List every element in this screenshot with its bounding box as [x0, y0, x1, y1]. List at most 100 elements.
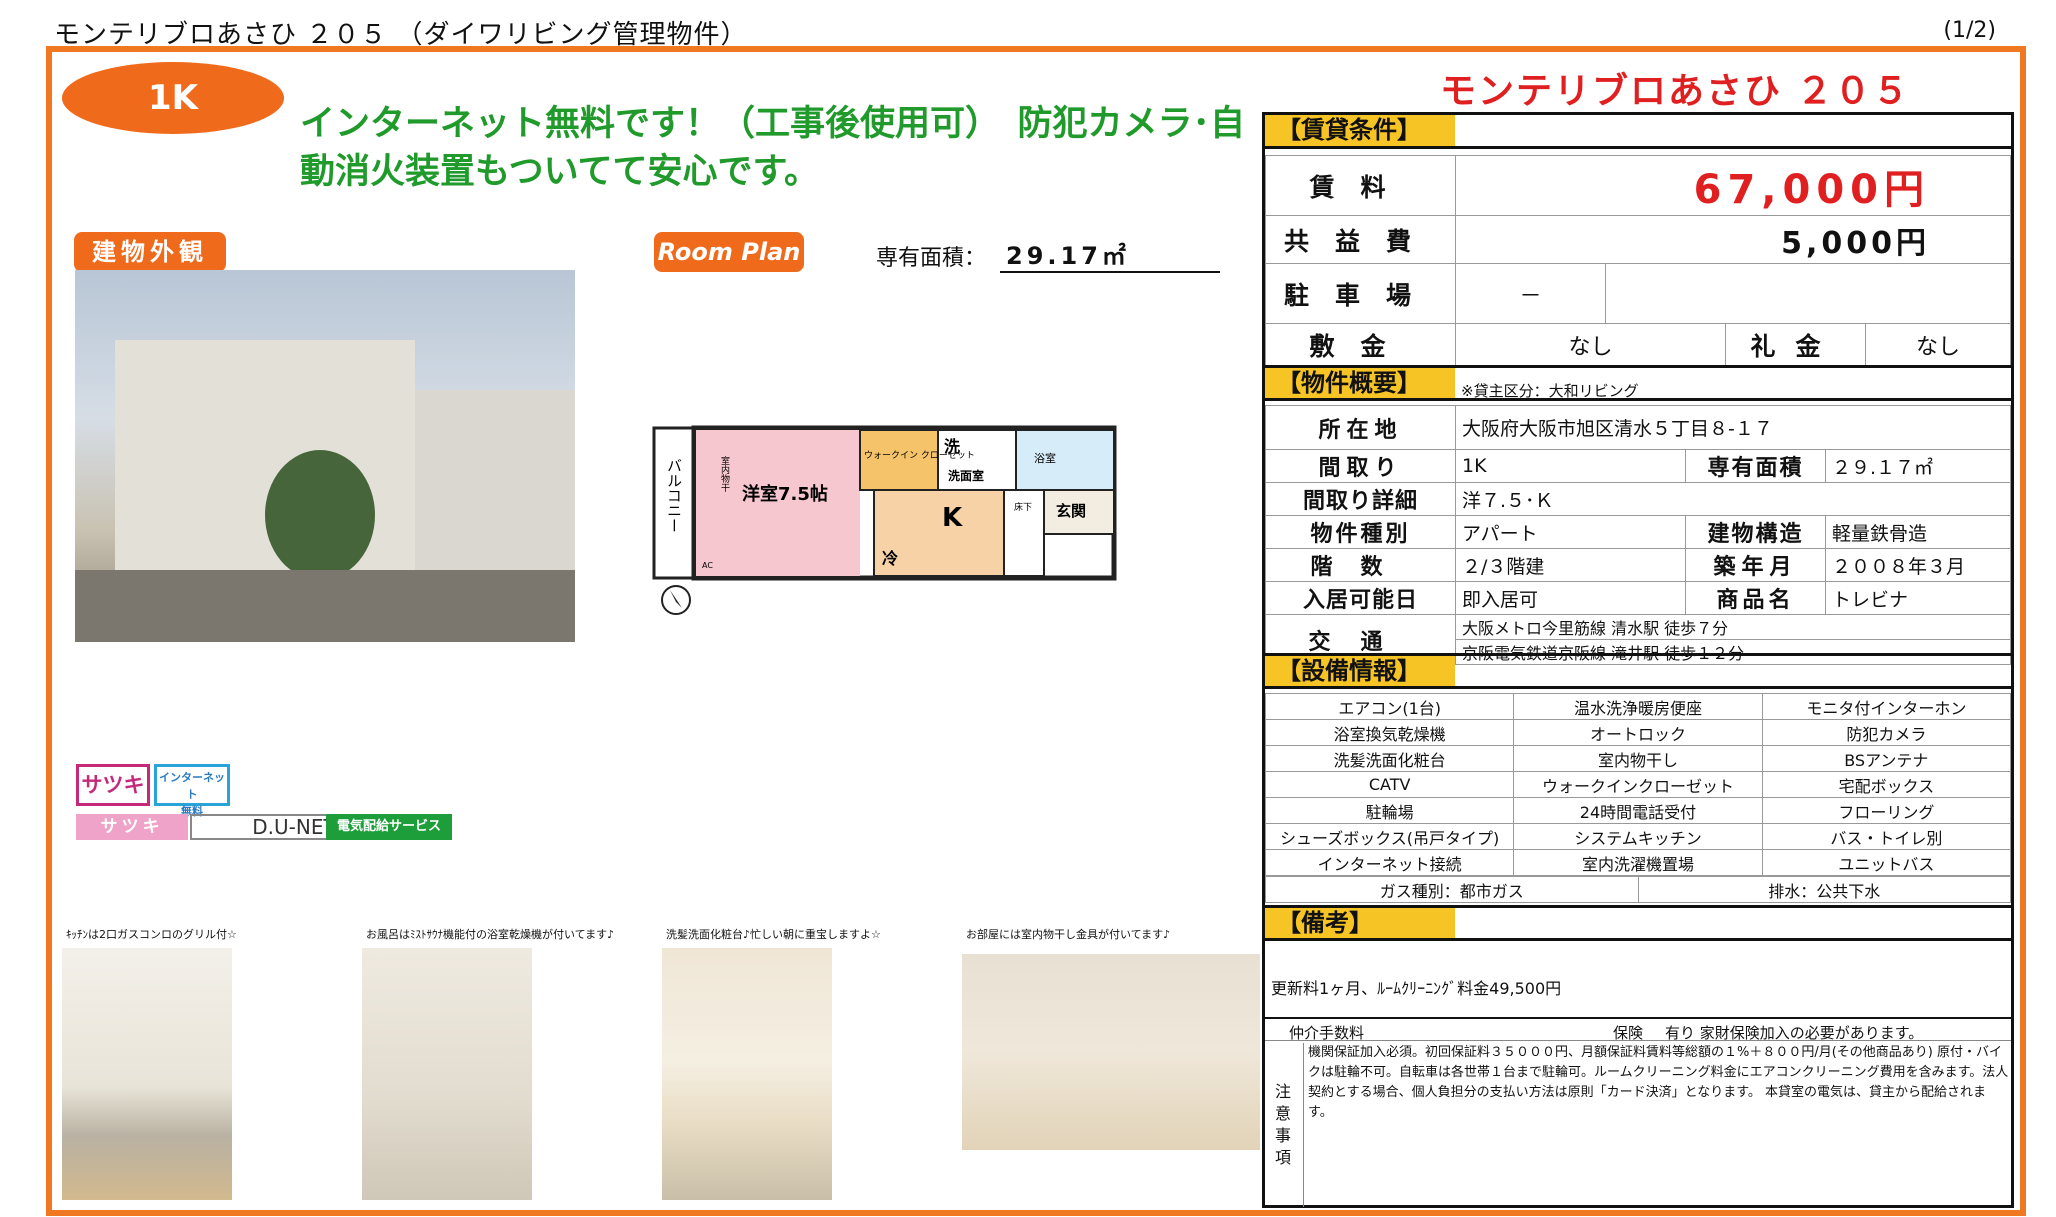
equip-item: ユニットバス — [1761, 849, 2012, 876]
equip-item: インターネット接続 — [1264, 849, 1515, 876]
notes-row: 注意事項 機関保証加入必須。初回保証料３５０００円、月額保証料賃料等総額の１%＋… — [1265, 1041, 2011, 1207]
rent-conditions-header: 【賃貸条件】 — [1265, 115, 2011, 149]
agent-fee-label: 仲介手数料 — [1289, 1024, 1365, 1042]
bath-photo — [362, 948, 532, 1200]
rent-conditions: 賃料 67,000円 共益費 5,000円 駐車場 － 敷金 なし 礼金 なし — [1265, 155, 2011, 366]
electric-service-logo: 電気配給サービス — [326, 814, 452, 840]
structure-value: 軽量鉄骨造 — [1825, 515, 2011, 549]
headline-text: インターネット無料です！（工事後使用可） 防犯カメラ･自動消火装置もついてて安心… — [300, 104, 1246, 192]
move-in-label: 入居可能日 — [1265, 581, 1456, 615]
equip-item: 駐輪場 — [1264, 797, 1515, 824]
equip-item: シューズボックス(吊戸タイプ) — [1264, 823, 1515, 850]
area-value: 29.17㎡ — [1000, 236, 1220, 273]
fp-balcony: バルコニー — [665, 458, 683, 533]
layout-value: 1K — [1455, 449, 1686, 483]
exterior-label: 建物外観 — [74, 232, 226, 272]
drain-type: 排水：公共下水 — [1637, 876, 2011, 903]
parking-value: － — [1455, 263, 1606, 324]
equip-item: バス・トイレ別 — [1761, 823, 2012, 850]
notes-text: 機関保証加入必須。初回保証料３５０００円、月額保証料賃料等総額の１%＋８００円/… — [1303, 1043, 2009, 1207]
layout-type-badge: 1K — [62, 62, 284, 134]
remarks-header: 【備考】 — [1265, 905, 2011, 941]
rent-label: 賃料 — [1265, 155, 1456, 216]
info-panel: 【賃貸条件】 賃料 67,000円 共益費 5,000円 駐車場 － 敷金 なし… — [1262, 112, 2014, 1208]
layout-detail-value: 洋７.５･Ｋ — [1455, 482, 2011, 516]
kitchen-photo — [62, 948, 232, 1200]
fp-ac: AC — [702, 561, 713, 570]
exterior-photo — [75, 270, 575, 642]
vanity-photo — [662, 948, 832, 1200]
photo-caption-room: お部屋には室内物干し金具が付いてます♪ — [966, 928, 1171, 941]
fp-indoor-dry: 室内物干 — [719, 455, 730, 493]
common-fee-label: 共益費 — [1265, 215, 1456, 264]
fp-kitchen: K — [942, 503, 963, 533]
floor-plan: バルコニー 室内物干 洋室7.5帖 ウォークイン クローゼット 洗 洗面室 浴室… — [652, 425, 1117, 615]
deposit-value: なし — [1455, 323, 1726, 366]
area-detail-label: 専有面積 — [1685, 449, 1826, 483]
equip-item: 室内洗濯機置場 — [1513, 849, 1763, 876]
key-money-label: 礼金 — [1725, 323, 1866, 366]
renewal-fee: 更新料1ヶ月、ﾙｰﾑｸﾘｰﾆﾝｸﾞ料金49,500円 — [1271, 979, 1562, 998]
equip-item: 宅配ボックス — [1761, 771, 2012, 798]
product-label: 商品名 — [1685, 581, 1826, 615]
equip-item: 温水洗浄暖房便座 — [1513, 693, 1763, 720]
address-value: 大阪府大阪市旭区清水５丁目８-１７ — [1455, 405, 2011, 450]
fp-washroom: 洗面室 — [948, 468, 984, 483]
room-photo — [962, 954, 1260, 1150]
built-label: 築年月 — [1685, 548, 1826, 582]
equip-item: オートロック — [1513, 719, 1763, 746]
remarks-body: 更新料1ヶ月、ﾙｰﾑｸﾘｰﾆﾝｸﾞ料金49,500円 仲介手数料 保険 有り 家… — [1265, 945, 2011, 1207]
room-plan-label: Room Plan — [654, 232, 804, 272]
fp-entrance: 玄関 — [1056, 502, 1086, 520]
insurance-value: 有り 家財保険加入の必要があります。 — [1665, 1024, 1924, 1042]
photo-caption-vanity: 洗髪洗面化粧台♪忙しい朝に重宝しますよ☆ — [666, 928, 881, 941]
equip-item: 洗髪洗面化粧台 — [1264, 745, 1515, 772]
equip-item: 室内物干し — [1513, 745, 1763, 772]
built-value: ２００８年３月 — [1825, 548, 2011, 582]
floor-label: 階数 — [1265, 548, 1456, 582]
overview-header: 【物件概要】 ※貸主区分：大和リビング — [1265, 365, 2011, 401]
equip-item: CATV — [1264, 771, 1515, 798]
fp-under-floor: 床下 — [1014, 501, 1032, 513]
address-label: 所在地 — [1265, 405, 1456, 450]
fp-western-room: 洋室7.5帖 — [742, 483, 828, 505]
layout-detail-label: 間取り詳細 — [1265, 482, 1456, 516]
equip-item: エアコン(1台) — [1264, 693, 1515, 720]
parking-label: 駐車場 — [1265, 263, 1456, 324]
satsuki-logo: サツキ — [76, 764, 150, 806]
type-label: 物件種別 — [1265, 515, 1456, 549]
fee-row: 仲介手数料 保険 有り 家財保険加入の必要があります。 — [1265, 1017, 2011, 1042]
insurance-label: 保険 — [1613, 1024, 1644, 1042]
equip-item: 防犯カメラ — [1761, 719, 2012, 746]
equip-item: モニタ付インターホン — [1761, 693, 2012, 720]
equip-item: 24時間電話受付 — [1513, 797, 1763, 824]
satsuki-banner: サツキ — [76, 814, 188, 840]
photo-caption-kitchen: ｷｯﾁﾝは2口ガスコンロのグリル付☆ — [66, 928, 237, 941]
layout-label: 間取り — [1265, 449, 1456, 483]
fp-bath: 浴室 — [1034, 451, 1056, 465]
common-fee-value: 5,000円 — [1455, 215, 2011, 264]
equip-item: フローリング — [1761, 797, 2012, 824]
equipment-table: エアコン(1台) 温水洗浄暖房便座 モニタ付インターホン 浴室換気乾燥機 オートロック… — [1264, 693, 2012, 903]
floor-value: ２/３階建 — [1455, 548, 1686, 582]
transport-1: 大阪メトロ今里筋線 清水駅 徒歩７分 — [1455, 614, 2011, 640]
equip-item: ウォークインクローゼット — [1513, 771, 1763, 798]
property-overview: 所在地 大阪府大阪市旭区清水５丁目８-１７ 間取り 1K 専有面積 ２９.１７㎡… — [1265, 405, 2011, 665]
fp-wash: 洗 — [944, 437, 960, 456]
landlord-note: ※貸主区分：大和リビング — [1461, 382, 1639, 400]
photo-caption-bath: お風呂はﾐｽﾄｻｳﾅ機能付の浴室乾燥機が付いてます♪ — [366, 928, 615, 941]
gas-type: ガス種別：都市ガス — [1265, 876, 1639, 903]
equipment-header: 【設備情報】 — [1265, 653, 2011, 689]
move-in-value: 即入居可 — [1455, 581, 1686, 615]
key-money-value: なし — [1865, 323, 2011, 366]
rent-value: 67,000円 — [1455, 155, 2011, 216]
property-name: モンテリブロあさひ ２０５ — [1440, 71, 1911, 112]
structure-label: 建物構造 — [1685, 515, 1826, 549]
area-label: 専有面積： — [876, 246, 987, 271]
equip-item: システムキッチン — [1513, 823, 1763, 850]
notes-label: 注意事項 — [1274, 1082, 1291, 1167]
internet-free-logo: インターネット 無料 — [154, 764, 230, 818]
type-value: アパート — [1455, 515, 1686, 549]
product-value: トレビナ — [1825, 581, 2011, 615]
page-number: (1/2) — [1943, 18, 1996, 43]
